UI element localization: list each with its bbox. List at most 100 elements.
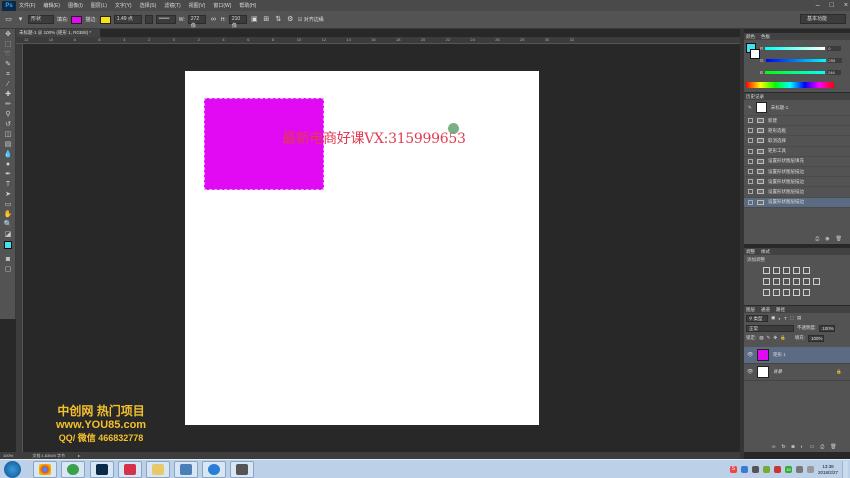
rectangle-tool-icon[interactable]: ▭ bbox=[2, 200, 14, 209]
channel-mixer-icon[interactable] bbox=[803, 278, 810, 285]
new-group-icon[interactable]: ▭ bbox=[810, 444, 815, 450]
crop-tool-icon[interactable]: ⌗ bbox=[2, 70, 14, 79]
eye-icon[interactable]: 👁 bbox=[747, 352, 753, 358]
stroke-width-field[interactable]: 1.49 点 bbox=[113, 15, 142, 24]
close-button[interactable]: × bbox=[844, 2, 848, 9]
exposure-icon[interactable] bbox=[793, 267, 800, 274]
fx-icon[interactable]: fx bbox=[782, 444, 786, 450]
move-tool-icon[interactable]: ✥ bbox=[2, 30, 14, 39]
hue-saturation-icon[interactable] bbox=[763, 278, 770, 285]
link-icon[interactable]: ∞ bbox=[209, 15, 218, 24]
threshold-icon[interactable] bbox=[783, 289, 790, 296]
background-color-chip[interactable] bbox=[750, 49, 760, 59]
dodge-tool-icon[interactable]: ● bbox=[2, 160, 14, 169]
zoom-level[interactable]: 100% bbox=[3, 453, 13, 458]
zoom-tool-icon[interactable]: 🔍 bbox=[2, 220, 14, 229]
history-item[interactable]: 取消选择 bbox=[744, 136, 850, 147]
levels-icon[interactable] bbox=[773, 267, 780, 274]
taskbar-window[interactable] bbox=[174, 461, 198, 478]
brightness-icon[interactable] bbox=[763, 267, 770, 274]
filter-pixel-icon[interactable]: ▣ bbox=[771, 315, 775, 321]
blue-slider[interactable] bbox=[765, 70, 826, 74]
lock-all-icon[interactable]: 🔒 bbox=[780, 335, 786, 341]
shape-mode-select[interactable]: 形状 bbox=[28, 15, 54, 24]
input-method-icon[interactable]: S bbox=[729, 466, 737, 473]
curves-icon[interactable] bbox=[783, 267, 790, 274]
align-edges-checkbox[interactable]: ☑ 对齐边缘 bbox=[298, 16, 324, 23]
eye-icon[interactable]: 👁 bbox=[747, 369, 753, 375]
layer-row-shape[interactable]: 👁 矩形 1 bbox=[744, 347, 850, 364]
trash-icon[interactable]: 🗑 bbox=[836, 236, 842, 242]
new-adjustment-icon[interactable]: ◐ bbox=[801, 444, 804, 450]
green-value[interactable]: 255 bbox=[827, 57, 842, 63]
quick-select-tool-icon[interactable]: ✎ bbox=[2, 60, 14, 69]
clock[interactable]: 13:38 2018/2/27 bbox=[818, 464, 838, 476]
add-mask-icon[interactable]: ◙ bbox=[791, 444, 794, 450]
path-arrangement-icon[interactable]: ⇅ bbox=[274, 15, 283, 24]
photo-filter-icon[interactable] bbox=[793, 278, 800, 285]
show-desktop-button[interactable] bbox=[842, 461, 848, 478]
gradient-map-icon[interactable] bbox=[793, 289, 800, 296]
path-selection-tool-icon[interactable]: ➤ bbox=[2, 190, 14, 199]
screen-mode-icon[interactable]: ▢ bbox=[2, 265, 14, 274]
status-menu-arrow-icon[interactable]: ▸ bbox=[78, 453, 80, 458]
taskbar-ie[interactable] bbox=[202, 461, 226, 478]
eyedropper-tool-icon[interactable]: ⁄ bbox=[2, 80, 14, 89]
filter-smart-icon[interactable]: ▤ bbox=[797, 315, 801, 321]
gradient-tool-icon[interactable]: ▤ bbox=[2, 140, 14, 149]
taskbar-browser[interactable] bbox=[61, 461, 85, 478]
pen-tool-icon[interactable]: ✒ bbox=[2, 170, 14, 179]
brush-tool-icon[interactable]: ✏ bbox=[2, 100, 14, 109]
history-item[interactable]: 矩形工具 bbox=[744, 147, 850, 157]
default-colors-icon[interactable]: ◪ bbox=[2, 230, 14, 239]
tray-app-icon[interactable] bbox=[751, 466, 759, 473]
tray-app-icon[interactable] bbox=[773, 466, 781, 473]
history-item[interactable]: 设置形状图层描边 bbox=[744, 187, 850, 198]
layer-name[interactable]: 矩形 1 bbox=[773, 352, 786, 358]
stroke-width-dropdown[interactable] bbox=[144, 15, 153, 24]
vertical-ruler[interactable] bbox=[16, 44, 23, 452]
blur-tool-icon[interactable]: 💧 bbox=[2, 150, 14, 159]
invert-icon[interactable] bbox=[763, 289, 770, 296]
path-alignment-icon[interactable]: ⊞ bbox=[262, 15, 271, 24]
menu-file[interactable]: 文件(F) bbox=[19, 2, 35, 9]
tab-swatches[interactable]: 色板 bbox=[761, 33, 770, 40]
tab-adjustments[interactable]: 调整 bbox=[746, 248, 755, 255]
history-item[interactable]: 新建 bbox=[744, 116, 850, 127]
taskbar-explorer[interactable] bbox=[146, 461, 170, 478]
maximize-button[interactable]: □ bbox=[830, 2, 834, 9]
history-item[interactable]: 设置形状图层填充 bbox=[744, 157, 850, 167]
camera-icon[interactable]: ◉ bbox=[825, 236, 829, 242]
healing-brush-tool-icon[interactable]: ✚ bbox=[2, 90, 14, 99]
menu-help[interactable]: 帮助(H) bbox=[239, 2, 256, 9]
quick-mask-icon[interactable]: ◙ bbox=[2, 255, 14, 264]
menu-window[interactable]: 窗口(W) bbox=[213, 2, 231, 9]
history-item[interactable]: 设置形状图层描边 bbox=[744, 177, 850, 188]
tray-app-icon[interactable] bbox=[740, 466, 748, 473]
marquee-tool-icon[interactable]: ⬚ bbox=[2, 40, 14, 49]
taskbar-chrome[interactable] bbox=[33, 461, 57, 478]
menu-view[interactable]: 视图(V) bbox=[189, 2, 206, 9]
red-value[interactable]: 0 bbox=[827, 45, 842, 51]
tab-paths[interactable]: 路径 bbox=[776, 306, 785, 313]
opacity-field[interactable]: 100% bbox=[819, 324, 836, 332]
taskbar-photoshop[interactable] bbox=[90, 461, 114, 478]
trash-icon[interactable]: 🗑 bbox=[830, 444, 836, 450]
red-slider[interactable] bbox=[765, 46, 826, 50]
tab-history[interactable]: 历史记录 bbox=[746, 93, 764, 100]
fill-color-swatch[interactable] bbox=[71, 15, 83, 24]
history-item[interactable]: 矩形选框 bbox=[744, 126, 850, 137]
lock-paint-icon[interactable]: ✎ bbox=[767, 335, 771, 341]
layer-filter-select[interactable]: ⚲ 类型 bbox=[746, 314, 768, 322]
tray-app-icon[interactable] bbox=[762, 466, 770, 473]
lasso-tool-icon[interactable]: ➰ bbox=[2, 50, 14, 59]
link-layers-icon[interactable]: ∞ bbox=[772, 444, 776, 450]
filter-shape-icon[interactable]: ⬚ bbox=[790, 315, 794, 321]
menu-image[interactable]: 图像(I) bbox=[68, 2, 83, 9]
tab-color[interactable]: 颜色 bbox=[746, 33, 755, 40]
lock-position-icon[interactable]: ✥ bbox=[773, 335, 777, 341]
tray-counter[interactable]: 39 bbox=[784, 466, 792, 473]
color-spectrum-bar[interactable] bbox=[746, 82, 834, 88]
hand-tool-icon[interactable]: ✋ bbox=[2, 210, 14, 219]
blend-mode-select[interactable]: 正常 bbox=[746, 324, 794, 332]
